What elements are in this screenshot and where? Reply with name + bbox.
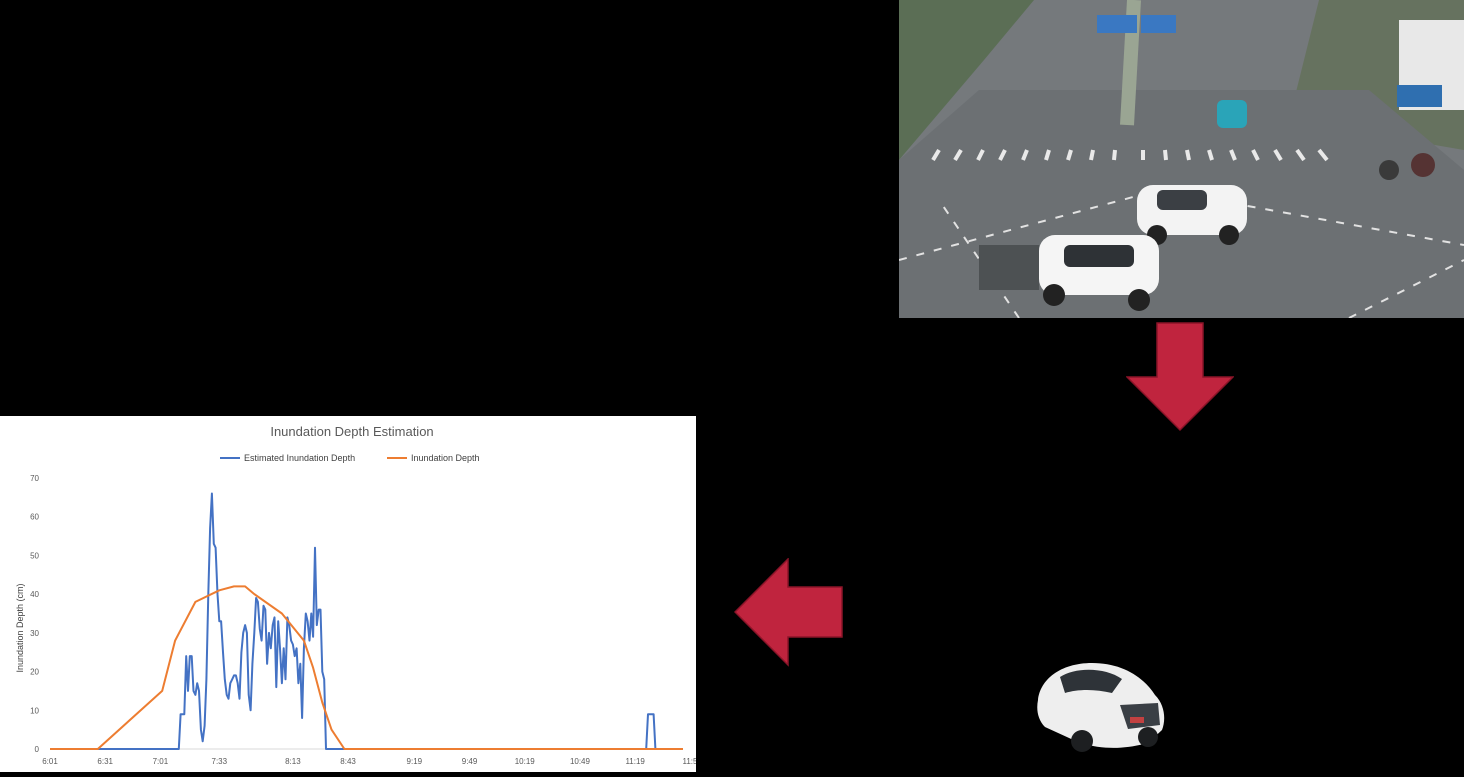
y-tick-label: 10 (30, 706, 39, 715)
series-line-observed-depth (50, 585, 683, 750)
segmented-car-image (1037, 663, 1165, 752)
x-tick-label: 10:49 (570, 757, 591, 766)
x-tick-label: 6:31 (97, 757, 113, 766)
chart-panel: Inundation Depth Estimation Estimated In… (0, 416, 702, 772)
x-axis-ticks: 6:01 6:31 7:01 7:33 8:13 8:43 9:19 9:49 10:19 10:… (42, 757, 702, 766)
series-line-estimated-depth (50, 492, 683, 750)
y-tick-label: 30 (30, 629, 39, 638)
x-tick-label: 6:01 (42, 757, 58, 766)
inundation-depth-chart: Inundation Depth Estimation Estimated In… (15, 424, 702, 766)
y-tick-label: 60 (30, 513, 39, 522)
x-tick-label: 9:19 (407, 757, 423, 766)
legend-label-observed: Inundation Depth (411, 453, 480, 463)
legend-label-estimated: Estimated Inundation Depth (244, 453, 355, 463)
x-tick-label: 7:01 (153, 757, 169, 766)
y-tick-label: 70 (30, 474, 39, 483)
y-tick-label: 50 (30, 551, 39, 560)
x-tick-label: 11:19 (625, 757, 645, 766)
x-tick-label: 9:49 (462, 757, 478, 766)
intersection-traffic-photo (899, 0, 1464, 318)
y-tick-label: 0 (35, 745, 40, 754)
intersection-scene (899, 0, 1464, 318)
y-axis-ticks: 0 10 20 30 40 50 60 70 (30, 474, 39, 754)
series-lines (50, 492, 683, 750)
y-tick-label: 40 (30, 590, 39, 599)
chart-title: Inundation Depth Estimation (270, 424, 433, 439)
x-tick-label: 8:13 (285, 757, 301, 766)
arrow-down-icon (1126, 322, 1234, 432)
y-axis-title: Inundation Depth (cm) (15, 583, 25, 672)
x-tick-label: 11:50 (682, 757, 696, 766)
chart-legend: Estimated Inundation Depth Inundation De… (220, 453, 480, 463)
x-tick-label: 8:43 (340, 757, 356, 766)
y-tick-label: 20 (30, 668, 39, 677)
arrow-left-icon (734, 558, 843, 667)
x-tick-label: 7:33 (212, 757, 228, 766)
x-tick-label: 10:19 (515, 757, 536, 766)
